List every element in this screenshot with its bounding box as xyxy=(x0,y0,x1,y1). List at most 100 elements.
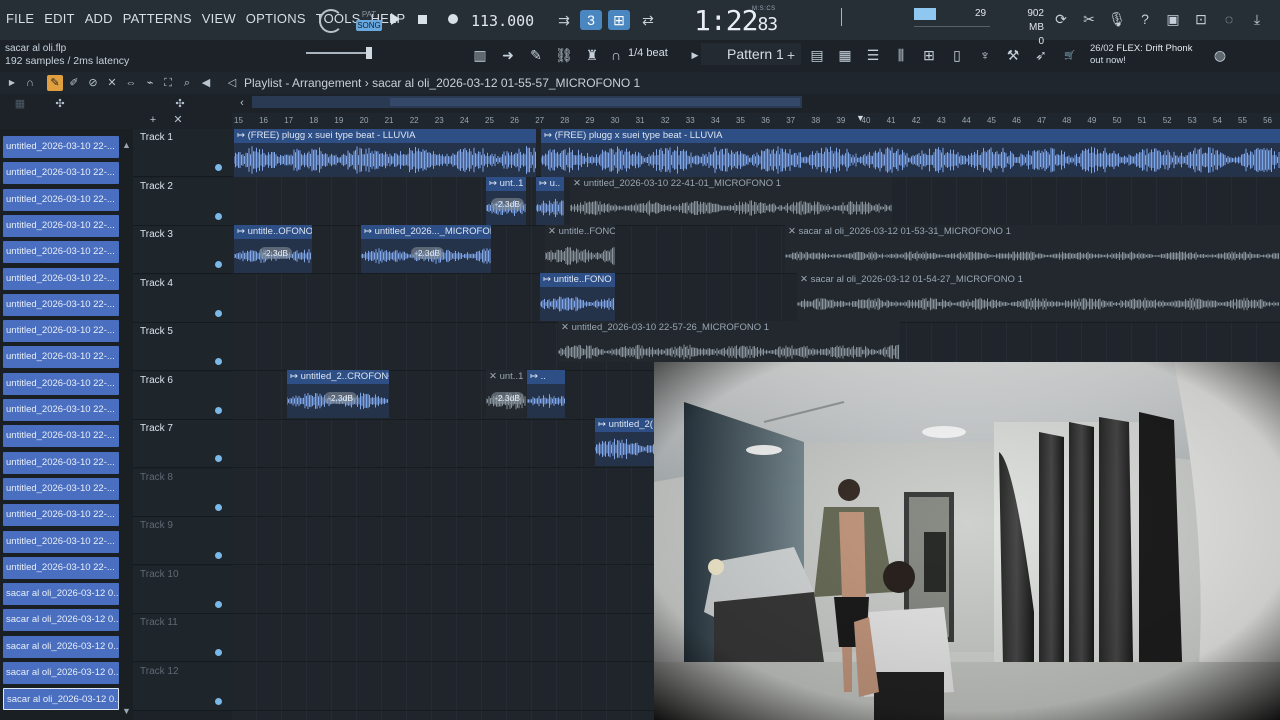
picker-clip-item[interactable]: untitled_2026-03-10 22-... xyxy=(3,136,119,158)
picker-clip-item[interactable]: untitled_2026-03-10 22-... xyxy=(3,556,119,579)
grid-icon[interactable]: ▦ xyxy=(12,96,28,112)
slice-tool-icon[interactable]: ⌁ xyxy=(142,75,158,91)
menu-file[interactable]: FILE xyxy=(6,11,34,26)
add-track-icon[interactable]: + xyxy=(145,112,161,128)
playlist-icon[interactable]: ▤ xyxy=(807,46,827,64)
stop-icon[interactable] xyxy=(418,15,427,24)
track-enable-led[interactable] xyxy=(215,261,222,268)
track-header[interactable]: Track 3 xyxy=(133,226,232,274)
track-header[interactable]: Track 8 xyxy=(133,468,232,517)
select-tool-icon[interactable]: ⛶ xyxy=(160,75,176,91)
track-header[interactable]: Track 12 xyxy=(133,662,232,711)
audio-clip[interactable]: ↦ .. xyxy=(527,370,565,418)
timeline-ruler[interactable]: 15 16 17 18 19 20 21 22 23 24 25 26 27 28 29 30 31 32 33 34… xyxy=(232,113,1280,129)
pan-cross-icon[interactable]: ✣ xyxy=(52,96,68,112)
mixer-icon[interactable]: ☰ xyxy=(863,46,883,64)
picker-clip-item[interactable]: sacar al oli_2026-03-12 0... xyxy=(3,662,119,684)
track-enable-led[interactable] xyxy=(215,455,222,462)
track-header[interactable]: Track 4 xyxy=(133,274,232,323)
plugin-icon[interactable]: ♆ xyxy=(975,46,995,64)
help-icon[interactable]: ? xyxy=(1136,10,1154,28)
track-enable-led[interactable] xyxy=(215,406,222,414)
picker-clip-item[interactable]: untitled_2026-03-10 22-... xyxy=(3,372,119,395)
paint-tool-icon[interactable]: ✐ xyxy=(66,75,82,91)
track-enable-led[interactable] xyxy=(215,552,222,559)
picker-clip-item[interactable]: sacar al oli_2026-03-12 0... xyxy=(3,635,119,658)
picker-clip-item[interactable]: untitled_2026-03-10 22-... xyxy=(3,451,119,474)
picker-clip-item[interactable]: sacar al oli_2026-03-12 0... xyxy=(3,688,119,711)
track-header[interactable]: Track 1 xyxy=(133,129,232,177)
loop-record-icon[interactable]: ⇄ xyxy=(637,10,659,30)
picker-scroll-down-icon[interactable]: ▼ xyxy=(122,706,131,716)
record-icon[interactable] xyxy=(448,14,458,24)
slip-tool-icon[interactable]: ⇔ xyxy=(123,75,139,91)
snap-selector[interactable]: 1/4 beat xyxy=(628,47,668,59)
wait-input-icon[interactable]: ⇉ xyxy=(553,10,575,30)
audio-clip[interactable]: ↦ untitle..FONO 1 xyxy=(540,273,615,321)
track-enable-led[interactable] xyxy=(215,600,222,608)
audio-clip[interactable]: ✕ untitle..FONO 1 xyxy=(545,225,615,273)
piano-roll-icon[interactable]: ▥ xyxy=(470,46,490,64)
draw-tool-icon[interactable]: ✎ xyxy=(47,75,63,91)
audio-clip[interactable]: ↦ u.. xyxy=(536,177,564,225)
file-icon[interactable]: ▯ xyxy=(947,46,967,64)
channel-rack-icon[interactable]: ▦ xyxy=(835,46,855,64)
pat-song-toggle[interactable]: PAT SONG xyxy=(356,9,382,33)
download-icon[interactable]: ⤓ xyxy=(1248,10,1266,28)
chat-icon[interactable]: ◌ xyxy=(1220,10,1238,28)
store-icon[interactable]: 🛒 xyxy=(1060,46,1080,64)
countdown-icon[interactable]: 3 xyxy=(580,10,602,30)
track-enable-led[interactable] xyxy=(215,212,222,220)
picker-clip-item[interactable]: untitled_2026-03-10 22-... xyxy=(3,504,119,527)
audio-clip[interactable]: ✕ untitled_2026-03-10 22-41-01_MICROFONO… xyxy=(570,177,892,225)
microphone-icon[interactable]: 🎙 xyxy=(1108,10,1126,28)
menu-add[interactable]: ADD xyxy=(85,11,113,26)
save-icon[interactable]: ▣ xyxy=(1164,10,1182,28)
track-enable-led[interactable] xyxy=(215,358,222,365)
menu-edit[interactable]: EDIT xyxy=(44,11,74,26)
picker-clip-item[interactable]: untitled_2026-03-10 22-... xyxy=(3,425,119,448)
audio-clip[interactable]: ↦ (FREE) plugg x suei type beat - LLUVIA xyxy=(541,129,1280,177)
track-header[interactable]: Track 9 xyxy=(133,517,232,565)
picker-clip-item[interactable]: untitled_2026-03-10 22-... xyxy=(3,214,119,237)
brush-icon[interactable]: ✎ xyxy=(526,46,546,64)
globe-icon[interactable]: ◍ xyxy=(1210,46,1230,64)
play-icon[interactable] xyxy=(391,13,400,25)
track-enable-led[interactable] xyxy=(215,309,222,317)
stamp-icon[interactable]: ♜ xyxy=(582,46,602,64)
scrollbar-thumb[interactable] xyxy=(390,98,800,106)
audio-clip[interactable]: ↦ (FREE) plugg x suei type beat - LLUVIA xyxy=(234,129,536,177)
picker-clip-item[interactable]: untitled_2026-03-10 22-... xyxy=(3,477,119,500)
arrow-icon[interactable]: ➜ xyxy=(498,46,518,64)
track-enable-led[interactable] xyxy=(215,649,222,656)
magnet-icon[interactable]: ∩ xyxy=(606,46,626,64)
playhead-marker-icon[interactable]: ▼ xyxy=(856,113,865,123)
track-header[interactable]: Track 7 xyxy=(133,420,232,468)
picker-clip-item[interactable]: untitled_2026-03-10 22-... xyxy=(3,399,119,421)
picker-clip-item[interactable]: untitled_2026-03-10 22-... xyxy=(3,162,119,185)
picker-clip-item[interactable]: untitled_2026-03-10 22-... xyxy=(3,241,119,264)
zoom-cross-icon[interactable]: ✣ xyxy=(172,96,188,112)
remove-track-icon[interactable]: ✕ xyxy=(170,112,186,128)
metronome-icon[interactable]: ♩ xyxy=(525,10,547,30)
picker-clip-item[interactable]: sacar al oli_2026-03-12 0... xyxy=(3,583,119,606)
playback-tool-icon[interactable]: ◀ xyxy=(198,75,214,91)
picker-clip-item[interactable]: untitled_2026-03-10 22-... xyxy=(3,530,119,553)
picker-clip-item[interactable]: untitled_2026-03-10 22-... xyxy=(3,320,119,343)
speaker-icon[interactable]: ◁ xyxy=(224,75,240,91)
export-icon[interactable]: ⊡ xyxy=(1192,10,1210,28)
picker-scroll-up-icon[interactable]: ▲ xyxy=(122,140,131,150)
mixer-faders-icon[interactable]: ⫼ xyxy=(891,46,911,64)
track-header[interactable]: Track 5 xyxy=(133,323,232,371)
track-header[interactable]: Track 2 xyxy=(133,177,232,226)
mute-tool-icon[interactable]: ✕ xyxy=(104,75,120,91)
refresh-icon[interactable]: ⟳ xyxy=(1052,10,1070,28)
master-volume-knob[interactable] xyxy=(319,9,343,33)
master-pitch-slider[interactable] xyxy=(306,52,370,54)
master-pitch-handle[interactable] xyxy=(366,47,372,59)
picker-clip-item[interactable]: untitled_2026-03-10 22-... xyxy=(3,267,119,290)
fx-icon[interactable]: ✂ xyxy=(1080,10,1098,28)
link-icon[interactable]: ⛓ xyxy=(554,46,574,64)
step-edit-icon[interactable]: ⊞ xyxy=(608,10,630,30)
zoom-tool-icon[interactable]: ⌕ xyxy=(179,75,195,91)
